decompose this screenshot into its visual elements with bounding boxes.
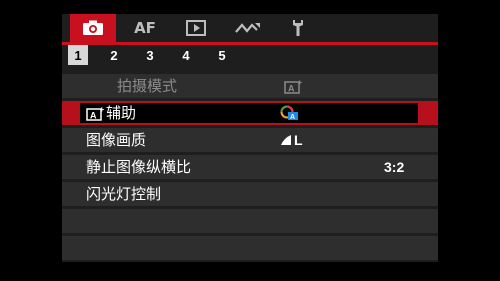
camera-icon: [82, 20, 104, 36]
page-tab-4[interactable]: 4: [176, 45, 196, 65]
svg-text:+: +: [100, 105, 105, 114]
tab-playback[interactable]: [174, 14, 218, 42]
tab-af[interactable]: AF: [124, 14, 166, 42]
menu-item-empty: [62, 236, 438, 260]
creative-assist-icon: A: [280, 105, 300, 121]
svg-text:A: A: [90, 111, 97, 121]
playback-icon: [186, 20, 206, 36]
auto-plus-icon: A +: [284, 78, 304, 94]
svg-text:A: A: [288, 84, 295, 94]
menu-item-label: 拍摄模式: [117, 77, 178, 95]
wireless-icon: [235, 21, 261, 35]
page-tabs: 1 2 3 4 5: [62, 45, 438, 65]
large-fine-icon: [280, 134, 292, 146]
menu-tabs: AF: [62, 14, 438, 42]
svg-text:+: +: [298, 78, 303, 87]
tab-shooting[interactable]: [70, 14, 116, 42]
menu-item-image-quality[interactable]: 图像画质 L: [62, 128, 438, 152]
menu-item-flash-control[interactable]: 闪光灯控制: [62, 182, 438, 206]
menu-item-shooting-mode[interactable]: 拍摄模式 A +: [62, 74, 438, 98]
menu-item-label: 图像画质: [86, 131, 147, 149]
menu-item-label: 静止图像纵横比: [86, 158, 192, 176]
page-tab-1[interactable]: 1: [68, 45, 88, 65]
menu-item-assist[interactable]: A + 辅助 A: [62, 101, 438, 125]
aspect-ratio-value: 3:2: [384, 159, 405, 175]
image-quality-size: L: [294, 132, 303, 148]
auto-plus-icon: A +: [86, 105, 106, 121]
tab-setup[interactable]: [276, 14, 320, 42]
page-tab-3[interactable]: 3: [140, 45, 160, 65]
menu-list: 拍摄模式 A + A + 辅助 A 图像画质 L 静止图像纵横比 3:2 闪光灯…: [62, 74, 438, 263]
camera-menu-screen: AF 1 2 3 4 5 拍摄模式 A + A + 辅助 A 图像画质 L 静止…: [62, 14, 438, 262]
svg-text:A: A: [290, 114, 295, 121]
page-tab-5[interactable]: 5: [212, 45, 232, 65]
menu-item-label: 闪光灯控制: [86, 185, 162, 203]
tab-af-label: AF: [134, 19, 156, 37]
menu-item-label: 辅助: [106, 104, 137, 122]
wrench-icon: [291, 19, 305, 37]
menu-item-aspect-ratio[interactable]: 静止图像纵横比 3:2: [62, 155, 438, 179]
menu-item-empty: [62, 209, 438, 233]
page-tab-2[interactable]: 2: [104, 45, 124, 65]
tab-wireless[interactable]: [226, 14, 270, 42]
